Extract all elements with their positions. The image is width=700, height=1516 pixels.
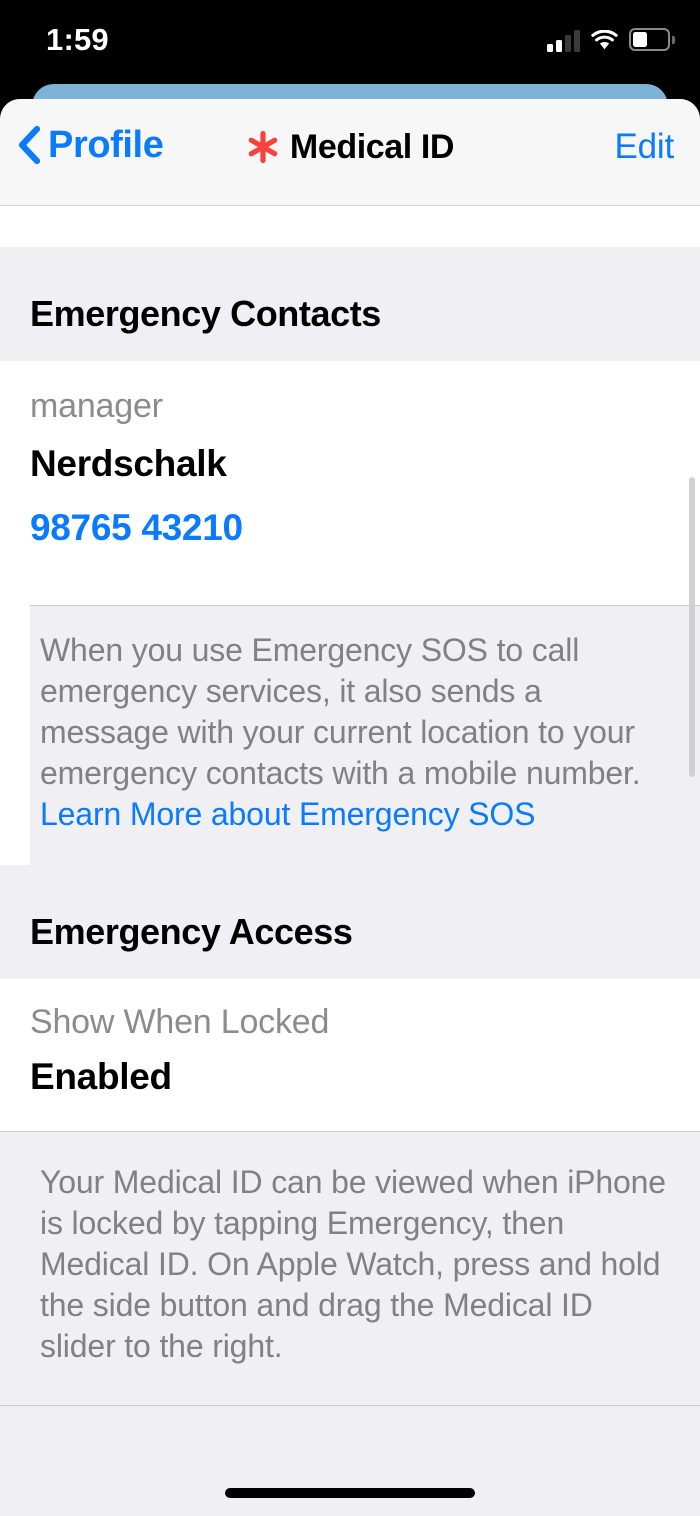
back-button-label: Profile	[48, 124, 164, 166]
scroll-container[interactable]: 160 cm Emergency Contacts manager Nerdsc…	[0, 205, 700, 1516]
section-header-emergency-contacts: Emergency Contacts	[0, 247, 700, 361]
emergency-sos-footnote: When you use Emergency SOS to call emerg…	[30, 605, 700, 865]
medical-asterisk-icon	[246, 130, 280, 164]
status-bar-indicators	[547, 26, 675, 52]
contact-name: Nerdschalk	[30, 443, 227, 484]
learn-more-link[interactable]: Learn More about Emergency SOS	[40, 796, 535, 832]
navigation-bar: Profile Medical ID Edit	[0, 99, 700, 206]
show-when-locked-value: Enabled	[30, 1056, 172, 1097]
iphone-screen: 1:59 160 cm	[0, 0, 700, 1516]
home-indicator[interactable]	[225, 1488, 475, 1498]
show-when-locked-label: Show When Locked	[30, 1003, 330, 1041]
chevron-left-icon	[18, 125, 41, 165]
section-title: Emergency Access	[30, 911, 353, 952]
footnote-paragraph: Your Medical ID can be viewed when iPhon…	[40, 1164, 666, 1364]
edit-button[interactable]: Edit	[614, 127, 674, 167]
emergency-contact-item[interactable]: manager Nerdschalk 98765 43210	[0, 361, 700, 605]
page-title: Medical ID	[289, 128, 455, 166]
contact-spacer	[30, 557, 670, 605]
back-button[interactable]: Profile	[18, 124, 164, 166]
status-bar-time: 1:59	[46, 22, 109, 57]
section-header-emergency-access: Emergency Access	[0, 865, 700, 979]
medical-id-sheet: 160 cm Emergency Contacts manager Nerdsc…	[0, 99, 700, 1516]
cellular-signal-icon	[547, 30, 580, 52]
footnote-body: When you use Emergency SOS to call emerg…	[40, 632, 641, 791]
status-bar: 1:59	[0, 0, 700, 88]
battery-icon	[629, 28, 675, 51]
contact-phone-link[interactable]: 98765 43210	[30, 499, 670, 557]
clipped-height-row: 160 cm	[0, 205, 700, 247]
show-when-locked-row[interactable]: Show When Locked Enabled	[0, 979, 700, 1131]
vertical-scrollbar[interactable]	[689, 477, 695, 777]
scroll-tail-filler	[0, 1405, 700, 1516]
height-value: 160 cm	[30, 205, 161, 213]
contact-relation: manager	[30, 387, 163, 425]
emergency-access-footnote: Your Medical ID can be viewed when iPhon…	[0, 1131, 700, 1405]
section-title: Emergency Contacts	[30, 293, 381, 334]
footnote-paragraph: When you use Emergency SOS to call emerg…	[40, 630, 674, 835]
wifi-icon	[591, 29, 618, 51]
